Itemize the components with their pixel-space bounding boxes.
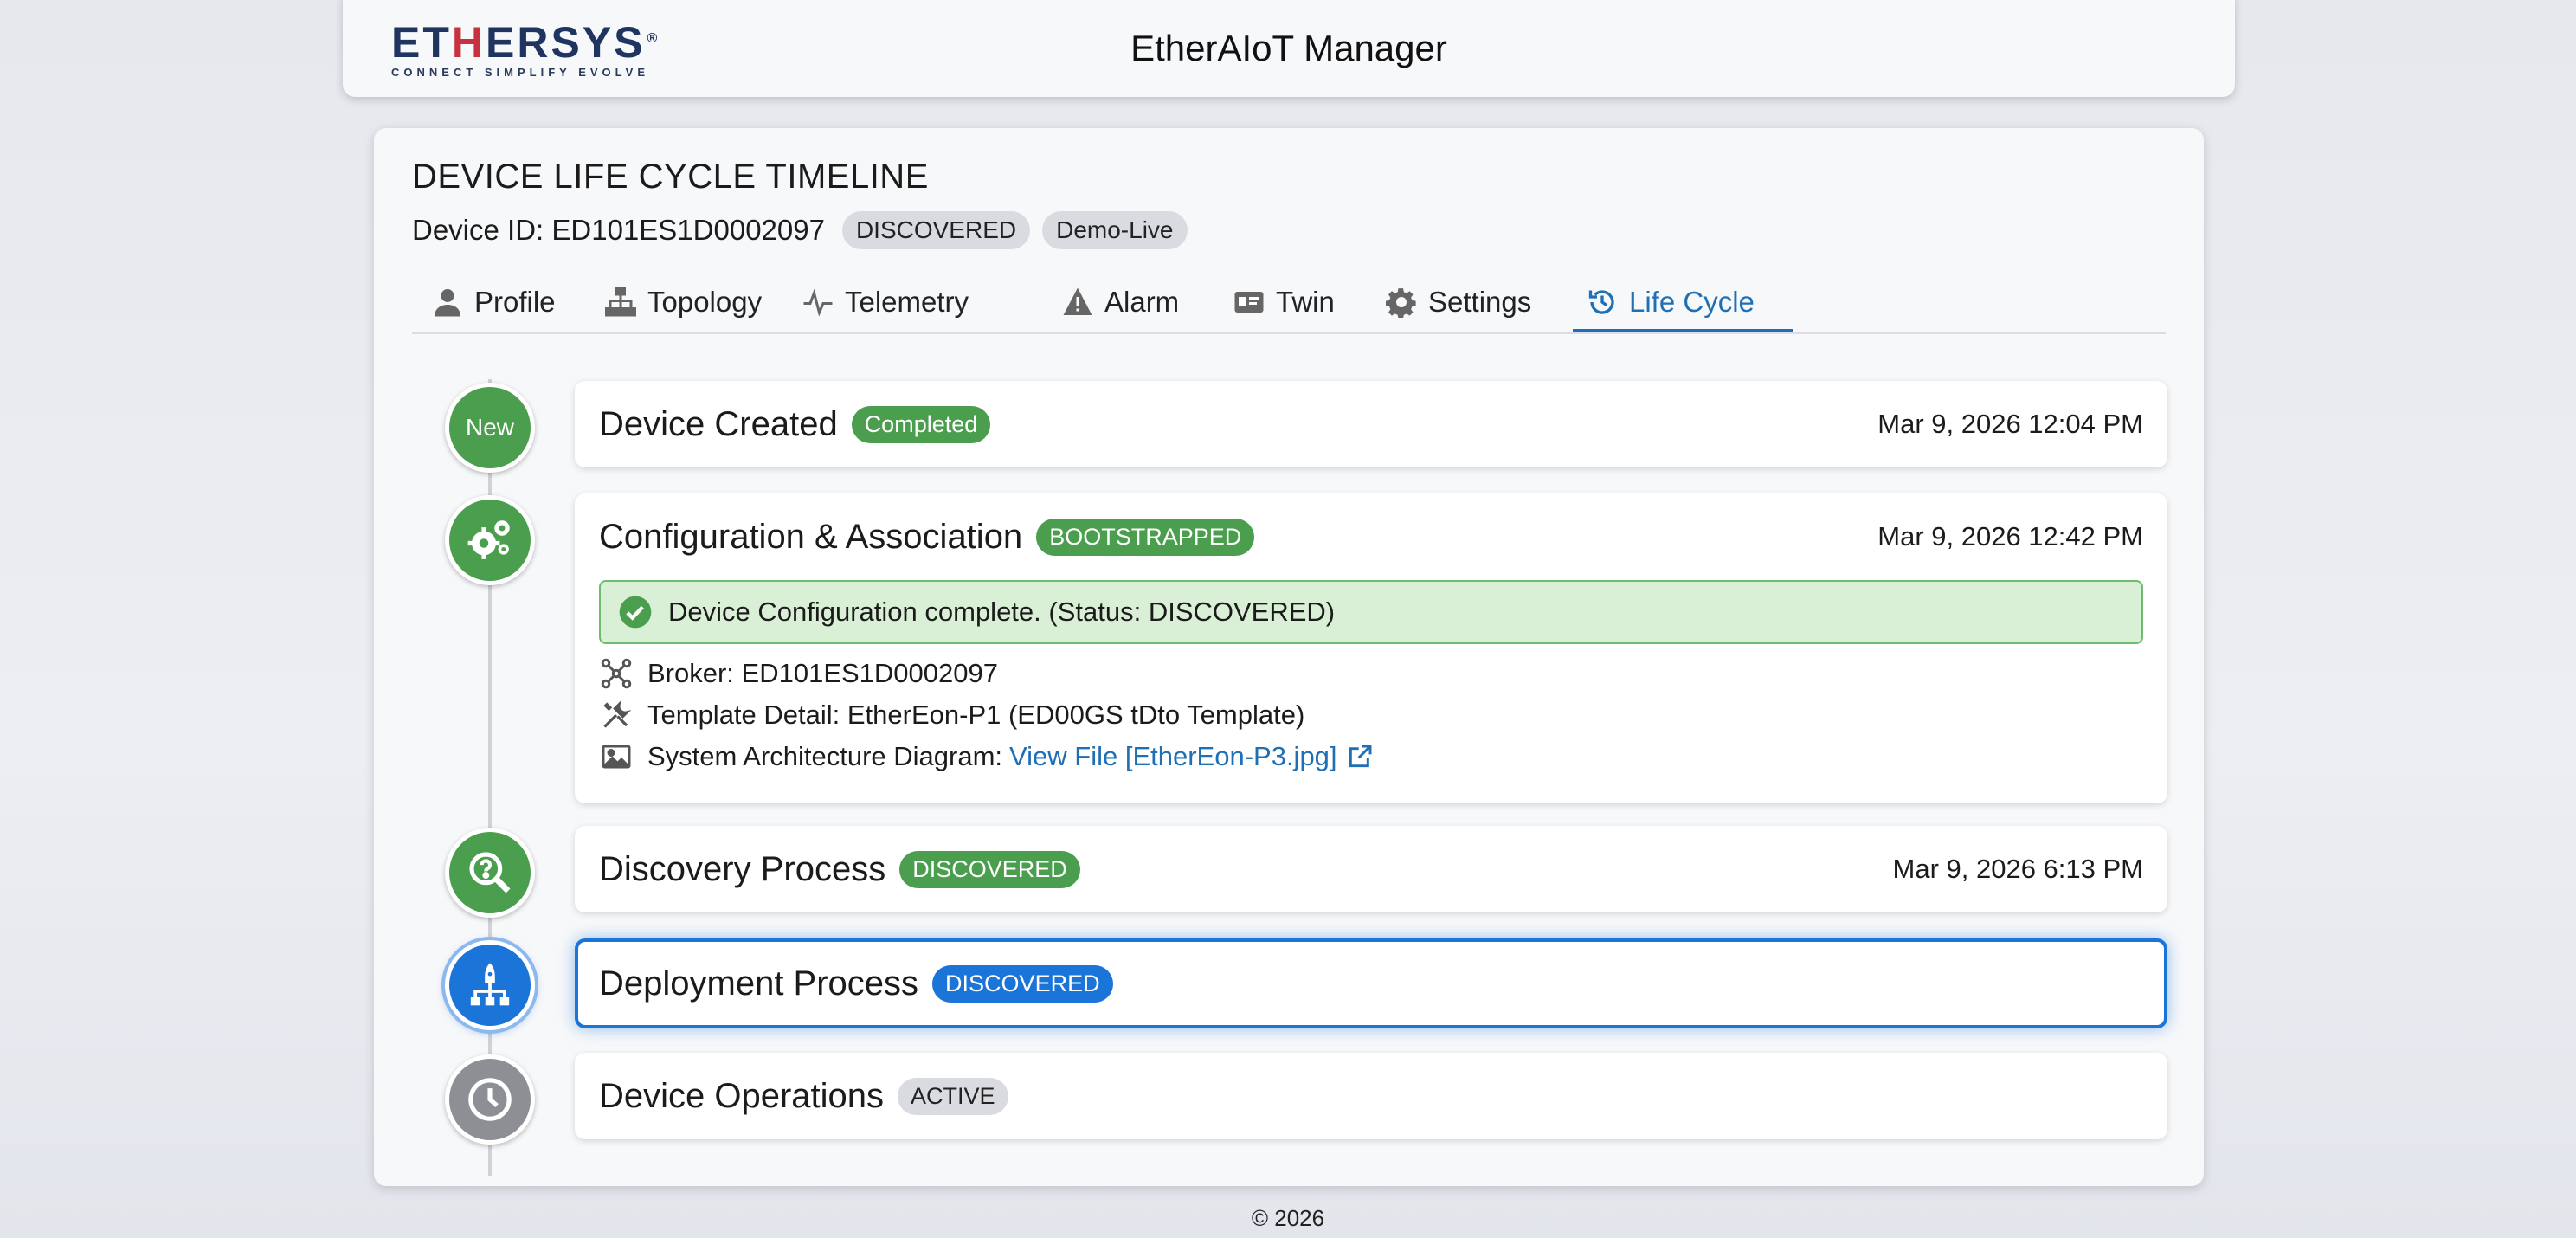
step-deployment-process[interactable]: Deployment Process DISCOVERED xyxy=(575,938,2167,1028)
lifecycle-card: DEVICE LIFE CYCLE TIMELINE Device ID: ED… xyxy=(374,128,2204,1186)
step-device-operations[interactable]: Device Operations ACTIVE xyxy=(575,1053,2167,1139)
step-title: Deployment Process xyxy=(599,964,919,1003)
app-title: EtherAIoT Manager xyxy=(1130,28,1447,68)
id-card-icon xyxy=(1233,286,1265,319)
rocket-network-icon xyxy=(470,963,510,1006)
history-icon xyxy=(1586,286,1619,319)
active-tab-indicator xyxy=(1573,329,1793,332)
architecture-diagram-detail: System Architecture Diagram: View File [… xyxy=(599,738,1374,776)
config-success-alert: Device Configuration complete. (Status: … xyxy=(599,580,2143,644)
step-timestamp: Mar 9, 2026 12:42 PM xyxy=(1877,521,2143,551)
external-link-icon[interactable] xyxy=(1346,743,1374,771)
tab-telemetry[interactable]: Telemetry xyxy=(802,274,969,331)
template-detail: Template Detail: EtherEon-P1 (ED00GS tDt… xyxy=(599,696,1304,734)
step-title: Configuration & Association xyxy=(599,517,1023,556)
environment-pill: Demo-Live xyxy=(1042,211,1188,249)
tab-profile[interactable]: Profile xyxy=(431,274,556,331)
status-badge: Completed xyxy=(851,405,991,443)
broker-detail: Broker: ED101ES1D0002097 xyxy=(599,654,998,693)
step-node-config xyxy=(445,495,535,585)
step-device-created[interactable]: Device Created Completed Mar 9, 2026 12:… xyxy=(575,381,2167,467)
tab-bar: Profile Topology Telemetry Alarm Twin Se… xyxy=(412,274,2166,334)
check-circle-icon xyxy=(619,596,652,629)
status-badge: ACTIVE xyxy=(898,1077,1008,1115)
step-node-discovery xyxy=(445,828,535,918)
step-configuration-association[interactable]: Configuration & Association BOOTSTRAPPED… xyxy=(575,493,2167,803)
sitemap-icon xyxy=(604,286,637,319)
tab-twin[interactable]: Twin xyxy=(1233,274,1335,331)
status-badge: DISCOVERED xyxy=(932,964,1113,1003)
status-badge: DISCOVERED xyxy=(899,850,1080,888)
network-nodes-icon xyxy=(599,656,634,691)
device-status-pill: DISCOVERED xyxy=(841,211,1031,249)
view-file-link[interactable]: View File [EtherEon-P3.jpg] xyxy=(1009,741,1337,772)
tab-topology[interactable]: Topology xyxy=(604,274,762,331)
cogs-icon xyxy=(467,520,510,559)
tab-life-cycle[interactable]: Life Cycle xyxy=(1586,274,1755,331)
step-node-new: New xyxy=(445,383,535,473)
step-node-operations xyxy=(445,1054,535,1145)
step-discovery-process[interactable]: Discovery Process DISCOVERED Mar 9, 2026… xyxy=(575,826,2167,912)
status-badge: BOOTSTRAPPED xyxy=(1036,518,1255,556)
step-title: Device Created xyxy=(599,404,838,443)
step-timestamp: Mar 9, 2026 6:13 PM xyxy=(1892,854,2144,884)
step-title: Device Operations xyxy=(599,1076,885,1115)
warning-icon xyxy=(1061,286,1094,319)
image-icon xyxy=(599,739,634,774)
tools-icon xyxy=(599,698,634,732)
device-id: Device ID: ED101ES1D0002097 xyxy=(412,214,825,246)
tab-alarm[interactable]: Alarm xyxy=(1061,274,1179,331)
step-timestamp: Mar 9, 2026 12:04 PM xyxy=(1877,409,2143,439)
pulse-icon xyxy=(802,286,834,319)
page-title: DEVICE LIFE CYCLE TIMELINE xyxy=(412,158,929,196)
search-question-icon xyxy=(469,852,511,893)
footer-copyright: © 2026 xyxy=(1251,1205,1325,1231)
step-node-deployment xyxy=(445,940,535,1030)
step-title: Discovery Process xyxy=(599,849,886,888)
clock-icon xyxy=(468,1078,512,1121)
tab-settings[interactable]: Settings xyxy=(1385,274,1531,331)
gear-icon xyxy=(1385,286,1418,319)
user-icon xyxy=(431,286,464,319)
app-header: ETHERSYS ® CONNECT SIMPLIFY EVOLVE EtherA… xyxy=(343,0,2235,97)
device-info-row: Device ID: ED101ES1D0002097 DISCOVERED D… xyxy=(412,211,1200,249)
